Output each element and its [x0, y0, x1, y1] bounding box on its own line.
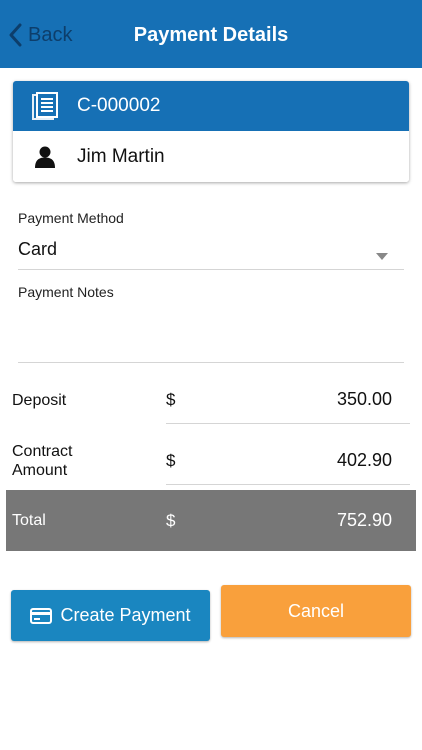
customer-row[interactable]: Jim Martin	[13, 132, 409, 182]
create-payment-label: Create Payment	[60, 605, 191, 625]
deposit-divider	[166, 423, 410, 424]
contract-id: C-000002	[77, 95, 161, 116]
contract-card: C-000002 Jim Martin	[13, 81, 409, 182]
cancel-label: Cancel	[287, 600, 345, 621]
contract-amount-label-line2: Amount	[12, 462, 68, 479]
total-currency: $	[166, 511, 176, 530]
payment-method-label: Payment Method	[18, 210, 124, 226]
deposit-currency: $	[166, 390, 176, 409]
total-bar: Total $ 752.90	[6, 490, 416, 551]
payment-method-value: Card	[18, 239, 58, 259]
payment-notes-label: Payment Notes	[18, 284, 114, 300]
customer-name: Jim Martin	[77, 146, 165, 167]
document-icon	[13, 92, 77, 120]
contract-amount: 402.90	[336, 450, 392, 470]
cancel-button[interactable]: Cancel	[221, 585, 411, 637]
credit-card-icon	[30, 607, 53, 624]
contract-divider	[166, 484, 410, 485]
total-label: Total	[12, 512, 46, 529]
payment-notes-input[interactable]	[18, 304, 404, 363]
total-amount: 752.90	[336, 510, 392, 530]
contract-currency: $	[166, 451, 176, 470]
contract-amount-label-line1: Contract	[12, 443, 73, 460]
contract-row[interactable]: C-000002	[13, 81, 409, 131]
person-icon	[13, 146, 77, 168]
create-payment-button[interactable]: Create Payment	[11, 590, 210, 641]
caret-down-icon	[376, 247, 388, 265]
contract-amount-label: Contract Amount	[12, 442, 72, 480]
deposit-amount: 350.00	[336, 389, 392, 409]
payment-method-select[interactable]: Card	[18, 236, 404, 270]
page-title: Payment Details	[133, 24, 289, 46]
navigation-bar: Back Payment Details	[0, 0, 422, 68]
deposit-label: Deposit	[12, 392, 67, 409]
